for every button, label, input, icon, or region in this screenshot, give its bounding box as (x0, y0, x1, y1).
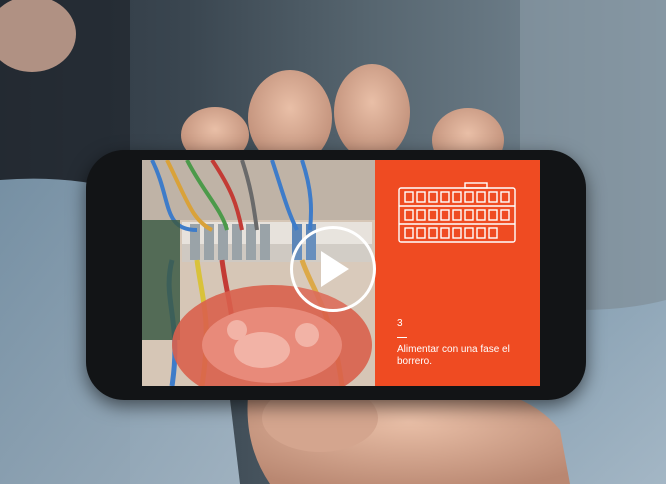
play-button[interactable] (290, 226, 376, 312)
step-info-panel: 3 Alimentar con una fase el borrero. (375, 160, 540, 386)
play-icon (321, 251, 349, 287)
step-instruction: Alimentar con una fase el borrero. (397, 344, 510, 367)
step-divider (397, 337, 407, 338)
step-number: 3 (397, 318, 403, 329)
terminal-block-diagram-icon (398, 182, 516, 243)
